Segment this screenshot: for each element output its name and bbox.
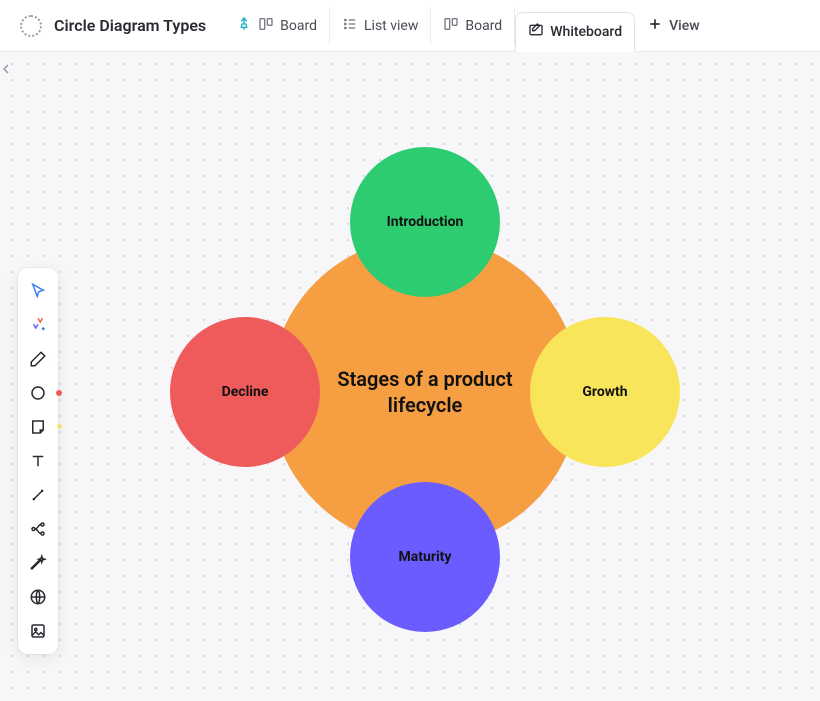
circle-label: Decline	[222, 384, 269, 400]
circle-label: Introduction	[387, 214, 464, 230]
view-tabs: Board List view Board Whiteboard View	[224, 0, 711, 51]
tool-text[interactable]	[22, 444, 54, 478]
tab-board[interactable]: Board	[431, 7, 515, 45]
tool-connector[interactable]	[22, 478, 54, 512]
toolbox	[18, 268, 58, 654]
top-bar: Circle Diagram Types Board List view Boa…	[0, 0, 820, 52]
tool-magic[interactable]	[22, 546, 54, 580]
circle-growth[interactable]: Growth	[530, 317, 680, 467]
tab-label: List view	[364, 18, 418, 34]
tool-mindmap[interactable]	[22, 512, 54, 546]
circle-introduction[interactable]: Introduction	[350, 147, 500, 297]
page-title[interactable]: Circle Diagram Types	[54, 16, 206, 35]
whiteboard-icon	[528, 22, 544, 42]
tool-pen[interactable]	[22, 342, 54, 376]
tab-list-view[interactable]: List view	[330, 7, 431, 45]
document-icon	[20, 15, 42, 37]
color-indicator-icon	[56, 390, 62, 396]
collapse-handle[interactable]	[0, 60, 12, 78]
circle-label: Growth	[582, 384, 627, 400]
circle-decline[interactable]: Decline	[170, 317, 320, 467]
flyout-indicator	[55, 356, 60, 364]
list-icon	[342, 16, 358, 36]
board-icon	[258, 16, 274, 36]
whiteboard-canvas[interactable]: Stages of a product lifecycle Introducti…	[0, 52, 820, 701]
tool-image[interactable]	[22, 614, 54, 648]
board-icon	[443, 16, 459, 36]
color-indicator-icon	[57, 424, 62, 429]
tool-shape[interactable]	[22, 376, 54, 410]
tool-sticky-note[interactable]	[22, 410, 54, 444]
tab-board-pinned[interactable]: Board	[224, 7, 330, 45]
tab-label: Board	[465, 18, 502, 34]
tab-label: Whiteboard	[550, 24, 622, 40]
tool-web-embed[interactable]	[22, 580, 54, 614]
plus-icon	[647, 16, 663, 36]
circle-label: Maturity	[399, 549, 452, 565]
tab-whiteboard[interactable]: Whiteboard	[515, 12, 635, 52]
center-circle-label: Stages of a product lifecycle	[315, 366, 535, 418]
circle-maturity[interactable]: Maturity	[350, 482, 500, 632]
tool-ai-generate[interactable]	[22, 308, 54, 342]
tab-label: Board	[280, 18, 317, 34]
add-view-label: View	[669, 18, 700, 34]
tool-select[interactable]	[22, 274, 54, 308]
add-view-button[interactable]: View	[635, 7, 712, 45]
pin-icon	[236, 16, 252, 36]
